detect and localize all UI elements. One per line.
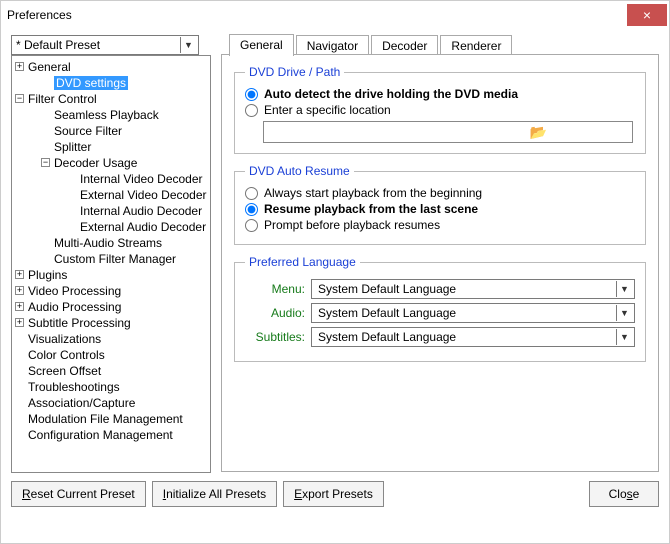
subtitles-label: Subtitles: xyxy=(245,330,305,344)
tree-pane[interactable]: +General DVD settings −Filter Control Se… xyxy=(11,55,211,473)
tree-internal-audio[interactable]: Internal Audio Decoder xyxy=(68,203,208,219)
tree-multi-audio[interactable]: Multi-Audio Streams xyxy=(42,235,208,251)
radio-autodetect[interactable]: Auto detect the drive holding the DVD me… xyxy=(245,87,635,101)
tree-plugins[interactable]: +Plugins xyxy=(16,267,208,283)
expand-icon[interactable]: + xyxy=(15,62,24,71)
tree-subtitle-processing[interactable]: +Subtitle Processing xyxy=(16,315,208,331)
radio-prompt[interactable]: Prompt before playback resumes xyxy=(245,218,635,232)
expand-icon[interactable]: + xyxy=(15,270,24,279)
tab-navigator[interactable]: Navigator xyxy=(296,35,369,55)
tree-association-capture[interactable]: Association/Capture xyxy=(16,395,208,411)
tree-visualizations[interactable]: Visualizations xyxy=(16,331,208,347)
radio-enter-location-input[interactable] xyxy=(245,104,258,117)
legend-lang: Preferred Language xyxy=(245,255,360,269)
group-auto-resume: DVD Auto Resume Always start playback fr… xyxy=(234,164,646,245)
close-icon[interactable]: × xyxy=(627,4,667,26)
chevron-down-icon[interactable]: ▼ xyxy=(616,329,632,345)
chevron-down-icon[interactable]: ▼ xyxy=(180,37,196,53)
group-preferred-language: Preferred Language Menu: System Default … xyxy=(234,255,646,362)
initialize-presets-button[interactable]: Initialize All Presets xyxy=(152,481,277,507)
tree-modulation-file[interactable]: Modulation File Management xyxy=(16,411,208,427)
tree-audio-processing[interactable]: +Audio Processing xyxy=(16,299,208,315)
menu-language-select[interactable]: System Default Language ▼ xyxy=(311,279,635,299)
legend-resume: DVD Auto Resume xyxy=(245,164,354,178)
tab-decoder[interactable]: Decoder xyxy=(371,35,438,55)
radio-autodetect-input[interactable] xyxy=(245,88,258,101)
main: +General DVD settings −Filter Control Se… xyxy=(1,55,669,473)
expand-icon[interactable]: + xyxy=(15,318,24,327)
legend-drive: DVD Drive / Path xyxy=(245,65,344,79)
reset-preset-button[interactable]: Reset Current Preset xyxy=(11,481,146,507)
close-button[interactable]: Close xyxy=(589,481,659,507)
subtitles-language-select[interactable]: System Default Language ▼ xyxy=(311,327,635,347)
tree-decoder-usage[interactable]: −Decoder Usage Internal Video Decoder Ex… xyxy=(42,155,208,235)
tree-external-audio[interactable]: External Audio Decoder xyxy=(68,219,208,235)
tree-troubleshootings[interactable]: Troubleshootings xyxy=(16,379,208,395)
tree-source-filter[interactable]: Source Filter xyxy=(42,123,208,139)
folder-open-icon[interactable]: 📂 xyxy=(447,123,630,141)
tree-splitter[interactable]: Splitter xyxy=(42,139,208,155)
radio-prompt-input[interactable] xyxy=(245,219,258,232)
audio-language-select[interactable]: System Default Language ▼ xyxy=(311,303,635,323)
tree-filter-control[interactable]: −Filter Control Seamless Playback Source… xyxy=(16,91,208,267)
tree-video-processing[interactable]: +Video Processing xyxy=(16,283,208,299)
radio-resume-last-input[interactable] xyxy=(245,203,258,216)
collapse-icon[interactable]: − xyxy=(41,158,50,167)
tree-internal-video[interactable]: Internal Video Decoder xyxy=(68,171,208,187)
tree: +General DVD settings −Filter Control Se… xyxy=(14,59,208,443)
content-pane: DVD Drive / Path Auto detect the drive h… xyxy=(221,54,659,472)
tabs: General Navigator Decoder Renderer xyxy=(229,33,512,55)
tree-color-controls[interactable]: Color Controls xyxy=(16,347,208,363)
tab-general[interactable]: General xyxy=(229,34,294,56)
audio-label: Audio: xyxy=(245,306,305,320)
tree-external-video[interactable]: External Video Decoder xyxy=(68,187,208,203)
tree-custom-filter[interactable]: Custom Filter Manager xyxy=(42,251,208,267)
tree-configuration[interactable]: Configuration Management xyxy=(16,427,208,443)
tab-renderer[interactable]: Renderer xyxy=(440,35,512,55)
tree-dvd-settings[interactable]: DVD settings xyxy=(42,75,208,91)
radio-enter-location[interactable]: Enter a specific location xyxy=(245,103,635,117)
collapse-icon[interactable]: − xyxy=(15,94,24,103)
titlebar: Preferences × xyxy=(1,1,669,29)
radio-resume-last[interactable]: Resume playback from the last scene xyxy=(245,202,635,216)
top-row: * Default Preset ▼ General Navigator Dec… xyxy=(1,29,669,55)
tree-seamless-playback[interactable]: Seamless Playback xyxy=(42,107,208,123)
menu-label: Menu: xyxy=(245,282,305,296)
radio-always-start[interactable]: Always start playback from the beginning xyxy=(245,186,635,200)
group-dvd-drive: DVD Drive / Path Auto detect the drive h… xyxy=(234,65,646,154)
window-title: Preferences xyxy=(7,8,72,22)
tree-screen-offset[interactable]: Screen Offset xyxy=(16,363,208,379)
chevron-down-icon[interactable]: ▼ xyxy=(616,305,632,321)
export-presets-button[interactable]: Export Presets xyxy=(283,481,384,507)
radio-always-start-input[interactable] xyxy=(245,187,258,200)
expand-icon[interactable]: + xyxy=(15,286,24,295)
preset-dropdown[interactable]: * Default Preset ▼ xyxy=(11,35,199,55)
expand-icon[interactable]: + xyxy=(15,302,24,311)
button-bar: Reset Current Preset Initialize All Pres… xyxy=(1,473,669,515)
chevron-down-icon[interactable]: ▼ xyxy=(616,281,632,297)
path-input[interactable]: 📂 xyxy=(263,121,633,143)
preset-value: * Default Preset xyxy=(16,38,100,52)
tree-general[interactable]: +General DVD settings xyxy=(16,59,208,91)
